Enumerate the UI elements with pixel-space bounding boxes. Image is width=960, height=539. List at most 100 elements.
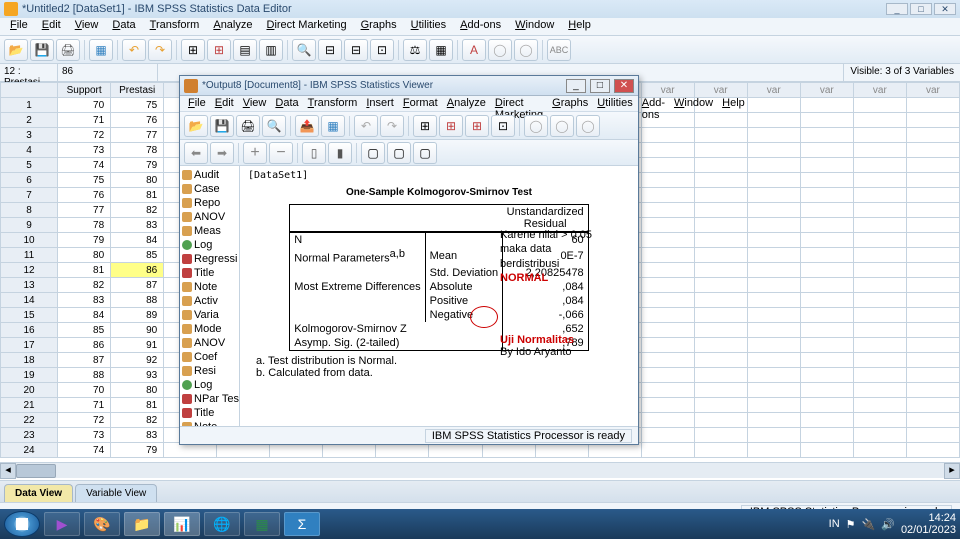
viewer-print-icon[interactable]: 🖨 bbox=[236, 115, 260, 137]
start-button[interactable] bbox=[4, 511, 40, 537]
viewer-menu-transform[interactable]: Transform bbox=[304, 96, 362, 111]
tree-node[interactable]: Mode bbox=[182, 322, 237, 336]
viewer-maximize-button[interactable]: □ bbox=[590, 79, 610, 93]
tree-node[interactable]: Regressi bbox=[182, 252, 237, 266]
menu-data[interactable]: Data bbox=[106, 18, 141, 35]
tree-node[interactable]: Note bbox=[182, 420, 237, 426]
insert-var-icon[interactable]: ⊟ bbox=[344, 39, 368, 61]
viewer-vars-icon[interactable]: ⊞ bbox=[465, 115, 489, 137]
taskbar-media-player[interactable]: ▶ bbox=[44, 512, 80, 536]
viewer-export-icon[interactable]: 📤 bbox=[295, 115, 319, 137]
open-icon[interactable]: 📂 bbox=[4, 39, 28, 61]
hide-icon[interactable]: ▮ bbox=[328, 142, 352, 164]
viewer-redo-icon[interactable]: ↷ bbox=[380, 115, 404, 137]
use-sets-icon[interactable]: ◯ bbox=[488, 39, 512, 61]
forward-icon[interactable]: ➡ bbox=[210, 142, 234, 164]
viewer-close-button[interactable]: ✕ bbox=[614, 79, 634, 93]
value-labels-icon[interactable]: A bbox=[462, 39, 486, 61]
promote-icon[interactable]: + bbox=[243, 142, 267, 164]
menu-direct-marketing[interactable]: Direct Marketing bbox=[260, 18, 352, 35]
viewer-menu-add-ons[interactable]: Add-ons bbox=[638, 96, 669, 111]
viewer-goto2-icon[interactable]: ⊞ bbox=[439, 115, 463, 137]
tree-node[interactable]: Meas bbox=[182, 224, 237, 238]
use-sets2-icon[interactable]: ◯ bbox=[514, 39, 538, 61]
weight-cases-icon[interactable]: ⚖ bbox=[403, 39, 427, 61]
save-icon[interactable]: 💾 bbox=[30, 39, 54, 61]
scroll-thumb[interactable] bbox=[16, 464, 56, 478]
viewer-sel3-icon[interactable]: ◯ bbox=[576, 115, 600, 137]
insert-heading-icon[interactable]: ▢ bbox=[361, 142, 385, 164]
viewer-menu-window[interactable]: Window bbox=[670, 96, 717, 111]
viewer-minimize-button[interactable]: _ bbox=[566, 79, 586, 93]
taskbar-spss-viewer[interactable]: 📊 bbox=[164, 512, 200, 536]
back-icon[interactable]: ⬅ bbox=[184, 142, 208, 164]
taskbar-excel[interactable]: ▦ bbox=[244, 512, 280, 536]
viewer-recall-icon[interactable]: ▦ bbox=[321, 115, 345, 137]
tab-data-view[interactable]: Data View bbox=[4, 484, 73, 502]
goto-var-icon[interactable]: ⊞ bbox=[207, 39, 231, 61]
menu-window[interactable]: Window bbox=[509, 18, 560, 35]
split-file-icon[interactable]: ⊡ bbox=[370, 39, 394, 61]
find-icon[interactable]: 🔍 bbox=[292, 39, 316, 61]
menu-transform[interactable]: Transform bbox=[144, 18, 206, 35]
taskbar-spss[interactable]: Σ bbox=[284, 512, 320, 536]
menu-file[interactable]: File bbox=[4, 18, 34, 35]
tree-node[interactable]: ANOV bbox=[182, 336, 237, 350]
viewer-menu-edit[interactable]: Edit bbox=[211, 96, 238, 111]
tree-node[interactable]: Log bbox=[182, 238, 237, 252]
system-tray[interactable]: IN ⚑ 🔌 🔊 14:24 02/01/2023 bbox=[829, 512, 956, 536]
viewer-menu-analyze[interactable]: Analyze bbox=[443, 96, 490, 111]
show-icon[interactable]: ▯ bbox=[302, 142, 326, 164]
menu-edit[interactable]: Edit bbox=[36, 18, 67, 35]
undo-icon[interactable]: ↶ bbox=[122, 39, 146, 61]
viewer-menu-insert[interactable]: Insert bbox=[362, 96, 398, 111]
tree-node[interactable]: Varia bbox=[182, 308, 237, 322]
action-center-icon[interactable]: ⚑ bbox=[846, 518, 856, 531]
viewer-menu-file[interactable]: File bbox=[184, 96, 210, 111]
language-indicator[interactable]: IN bbox=[829, 518, 840, 530]
minimize-button[interactable]: _ bbox=[886, 3, 908, 15]
print-icon[interactable]: 🖨 bbox=[56, 39, 80, 61]
scroll-right-button[interactable]: ▸ bbox=[944, 463, 960, 479]
viewer-menu-view[interactable]: View bbox=[239, 96, 271, 111]
viewer-save-icon[interactable]: 💾 bbox=[210, 115, 234, 137]
menu-help[interactable]: Help bbox=[562, 18, 597, 35]
outline-tree[interactable]: AuditCaseRepoANOVMeasLogRegressiTitleNot… bbox=[180, 166, 240, 426]
tree-node[interactable]: ANOV bbox=[182, 210, 237, 224]
viewer-undo-icon[interactable]: ↶ bbox=[354, 115, 378, 137]
scroll-left-button[interactable]: ◂ bbox=[0, 463, 16, 479]
tree-node[interactable]: Title bbox=[182, 266, 237, 280]
tree-node[interactable]: Case bbox=[182, 182, 237, 196]
menu-analyze[interactable]: Analyze bbox=[207, 18, 258, 35]
viewer-preview-icon[interactable]: 🔍 bbox=[262, 115, 286, 137]
taskbar-explorer[interactable]: 📁 bbox=[124, 512, 160, 536]
insert-title-icon[interactable]: ▢ bbox=[387, 142, 411, 164]
tree-node[interactable]: NPar Tes bbox=[182, 392, 237, 406]
select-cases-icon[interactable]: ▦ bbox=[429, 39, 453, 61]
viewer-goto-icon[interactable]: ⊞ bbox=[413, 115, 437, 137]
goto-case-icon[interactable]: ⊞ bbox=[181, 39, 205, 61]
tree-node[interactable]: Audit bbox=[182, 168, 237, 182]
spellcheck-icon[interactable]: ABC bbox=[547, 39, 571, 61]
output-content[interactable]: [DataSet1] One-Sample Kolmogorov-Smirnov… bbox=[240, 166, 638, 426]
menu-view[interactable]: View bbox=[69, 18, 105, 35]
insert-case-icon[interactable]: ⊟ bbox=[318, 39, 342, 61]
menu-graphs[interactable]: Graphs bbox=[355, 18, 403, 35]
volume-icon[interactable]: 🔊 bbox=[881, 518, 895, 531]
recall-dialog-icon[interactable]: ▦ bbox=[89, 39, 113, 61]
tab-variable-view[interactable]: Variable View bbox=[75, 484, 157, 502]
insert-text-icon[interactable]: ▢ bbox=[413, 142, 437, 164]
tree-node[interactable]: Activ bbox=[182, 294, 237, 308]
cell-ref-value[interactable]: 86 bbox=[58, 64, 158, 81]
clock-date[interactable]: 02/01/2023 bbox=[901, 524, 956, 536]
run-icon[interactable]: ▥ bbox=[259, 39, 283, 61]
viewer-menu-help[interactable]: Help bbox=[718, 96, 749, 111]
viewer-sel2-icon[interactable]: ◯ bbox=[550, 115, 574, 137]
tree-node[interactable]: Coef bbox=[182, 350, 237, 364]
maximize-button[interactable]: □ bbox=[910, 3, 932, 15]
tree-node[interactable]: Resi bbox=[182, 364, 237, 378]
tree-node[interactable]: Title bbox=[182, 406, 237, 420]
taskbar-chrome[interactable]: 🌐 bbox=[204, 512, 240, 536]
demote-icon[interactable]: − bbox=[269, 142, 293, 164]
tree-node[interactable]: Note bbox=[182, 280, 237, 294]
